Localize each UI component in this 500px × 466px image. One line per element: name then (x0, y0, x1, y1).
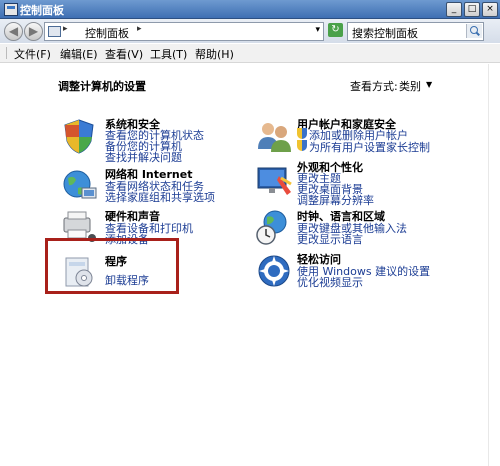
control-panel-icon (48, 26, 61, 37)
link-homegroup-sharing[interactable]: 选择家庭组和共享选项 (105, 189, 215, 205)
highlight-box (45, 238, 179, 294)
view-by-label: 查看方式: (350, 80, 398, 93)
link-optimize-display[interactable]: 优化视频显示 (297, 274, 363, 290)
title-bar: 控制面板 _ □ × (0, 0, 500, 19)
ease-of-access-icon[interactable] (255, 252, 293, 290)
user-accounts-icon[interactable] (255, 117, 293, 155)
content-edge (488, 64, 489, 466)
link-parental-controls[interactable]: 为所有用户设置家长控制 (309, 139, 430, 155)
search-input[interactable]: 搜索控制面板 (347, 22, 484, 41)
menu-tools[interactable]: 工具(T) (150, 46, 187, 62)
link-find-fix-problems[interactable]: 查找并解决问题 (105, 149, 182, 165)
forward-button[interactable]: ▶ (24, 22, 43, 41)
appearance-icon[interactable] (255, 162, 293, 200)
menu-help[interactable]: 帮助(H) (195, 46, 234, 62)
search-icon[interactable] (466, 24, 482, 38)
address-bar[interactable]: ▸ 控制面板 ▸ ▾ (44, 22, 324, 41)
link-adjust-resolution[interactable]: 调整屏幕分辨率 (297, 192, 374, 208)
network-internet-icon[interactable] (60, 166, 98, 204)
view-by-dropdown[interactable]: 类别 (399, 78, 421, 94)
close-button[interactable]: × (482, 2, 498, 17)
back-button[interactable]: ◀ (4, 22, 23, 41)
uac-shield-icon (297, 128, 307, 139)
chevron-down-icon[interactable]: ▼ (426, 80, 432, 89)
menu-bar: 文件(F) 编辑(E) 查看(V) 工具(T) 帮助(H) (0, 44, 500, 63)
breadcrumb-arrow-icon[interactable]: ▸ (137, 24, 142, 34)
breadcrumb-control-panel[interactable]: 控制面板 (85, 25, 129, 41)
menu-view[interactable]: 查看(V) (105, 46, 143, 62)
page-title: 调整计算机的设置 (58, 80, 146, 93)
navigation-bar: ◀ ▶ ▸ 控制面板 ▸ ▾ ↻ 搜索控制面板 (0, 19, 500, 43)
chevron-down-icon[interactable]: ▾ (315, 25, 320, 35)
clock-language-icon[interactable] (255, 208, 293, 246)
uac-shield-icon (297, 140, 307, 151)
link-change-display-language[interactable]: 更改显示语言 (297, 231, 363, 247)
search-placeholder: 搜索控制面板 (352, 27, 418, 40)
minimize-button[interactable]: _ (446, 2, 462, 17)
menu-edit[interactable]: 编辑(E) (60, 46, 98, 62)
control-panel-icon (4, 3, 18, 16)
menu-file[interactable]: 文件(F) (14, 46, 51, 62)
system-security-icon[interactable] (60, 117, 98, 155)
refresh-icon[interactable]: ↻ (328, 23, 343, 37)
menu-separator (6, 47, 7, 59)
maximize-button[interactable]: □ (464, 2, 480, 17)
window-title: 控制面板 (20, 4, 64, 17)
breadcrumb-arrow-icon[interactable]: ▸ (63, 24, 68, 34)
